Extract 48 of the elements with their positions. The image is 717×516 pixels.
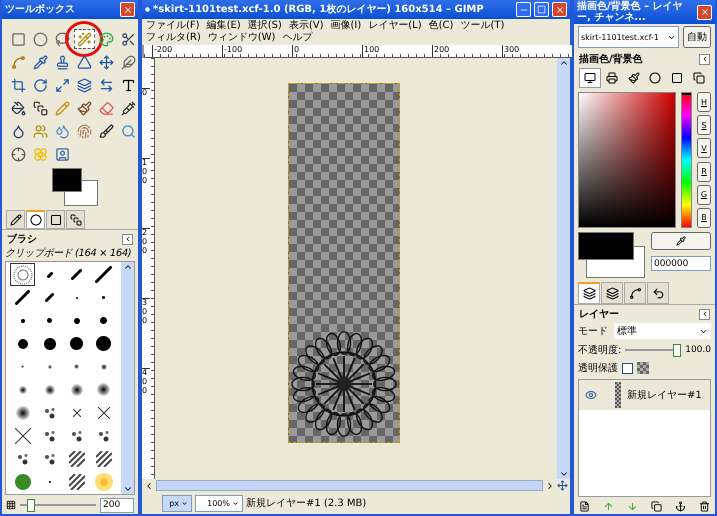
ruler-label: -200 [152,45,222,57]
ruler-label: 100 [142,158,150,228]
opacity-label: 不透明度: [578,344,622,357]
menu-item[interactable]: ファイル(F) [146,20,200,32]
menu-item[interactable]: ウィンドウ(W) [208,32,276,44]
layer-name: 新規レイヤー#1 [627,388,702,402]
menu-item[interactable]: 色(C) [428,20,454,32]
window-title: 描画色/背景色 – レイヤー, チャンネ... [577,1,684,23]
status-message: 新規レイヤー#1 (2.3 MB) [246,496,366,510]
ruler-label: 200 [432,45,502,57]
ruler-label: 0 [292,45,362,57]
brush-info: クリップボード (164 × 164) [4,246,132,260]
panel-title: 描画色/背景色 [579,52,643,66]
channel-button[interactable]: S [697,115,711,136]
lock-label: 透明保護 [578,362,618,375]
opacity-value: 100.0 [685,345,711,355]
menu-item[interactable]: 画像(I) [330,20,362,32]
brush-size-field[interactable]: 200 [100,498,134,512]
mode-select[interactable]: 標準 [614,323,711,339]
panel-title: レイヤー [579,308,619,321]
menu-item[interactable]: 編集(E) [206,20,241,32]
channel-button[interactable]: B [697,208,711,228]
channel-button[interactable]: G [697,184,711,205]
menu-item[interactable]: レイヤー(L) [368,20,422,32]
ruler-label: -100 [222,45,292,57]
image-select[interactable]: skirt-1101test.xcf-1 [578,26,679,48]
menu-item[interactable]: 表示(V) [288,20,324,32]
hex-field[interactable]: 000000 [651,256,711,271]
zoom-select[interactable]: 100% [195,494,243,512]
window-title: *skirt-1101test.xcf-1.0 (RGB, 1枚のレイヤー) 160x514 – GIMP [153,4,485,15]
menu-item[interactable]: ツール(T) [460,20,504,32]
menu-item[interactable]: 選択(S) [248,20,282,32]
window-title: ツールボックス [5,4,76,15]
auto-button[interactable]: 自動 [683,26,711,48]
channel-button[interactable]: R [697,162,711,182]
ruler-label: 100 [362,45,432,57]
menu-item[interactable]: ヘルプ [282,32,312,44]
layer-row[interactable]: 新規レイヤー#1 [579,380,710,410]
ruler-label: 200 [142,228,150,298]
ruler-label: 300 [142,298,150,368]
menu-item[interactable]: フィルタ(R) [146,32,201,44]
channel-button[interactable]: H [697,92,711,112]
channel-button[interactable]: V [697,138,711,158]
mode-label: モード [578,325,609,338]
unit-select[interactable]: px [162,494,192,512]
ruler-label: 400 [142,368,150,438]
ruler-label: 0 [142,88,150,158]
panel-title: ブラシ [7,232,37,246]
